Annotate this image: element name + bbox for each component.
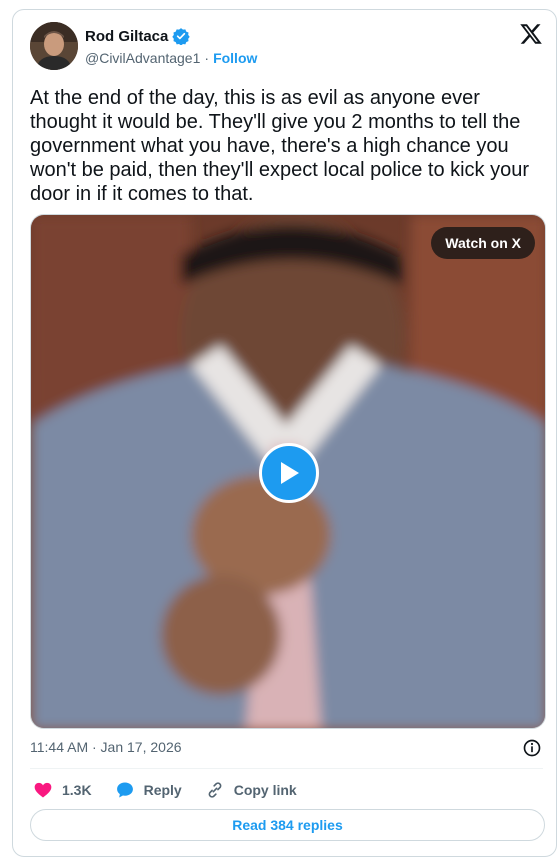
divider <box>30 768 543 769</box>
copy-link-label: Copy link <box>233 782 297 798</box>
avatar[interactable] <box>30 22 78 70</box>
reply-label: Reply <box>143 782 182 798</box>
avatar-image <box>30 22 78 70</box>
author-handle[interactable]: @CivilAdvantage1 <box>85 50 200 66</box>
heart-icon <box>34 782 52 798</box>
separator-dot: · <box>204 50 210 66</box>
verified-badge-icon <box>172 28 191 45</box>
author-name-row: Rod Giltaca <box>85 27 191 45</box>
tweet-card: Rod Giltaca @CivilAdvantage1 · Follow At… <box>12 9 557 857</box>
reply-bubble-icon <box>116 782 133 798</box>
author-name[interactable]: Rod Giltaca <box>85 28 168 45</box>
watch-on-x-button[interactable]: Watch on X <box>431 227 535 259</box>
copy-link-button[interactable]: Copy link <box>205 780 297 800</box>
author-handle-row: @CivilAdvantage1 · Follow <box>85 50 257 66</box>
tweet-text: At the end of the day, this is as evil a… <box>30 87 530 205</box>
info-icon[interactable] <box>522 738 542 758</box>
reply-button[interactable]: Reply <box>115 780 182 800</box>
action-bar: 1.3K Reply Copy link <box>33 778 320 802</box>
read-replies-button[interactable]: Read 384 replies <box>30 809 545 841</box>
link-icon <box>208 782 222 798</box>
tweet-timestamp[interactable]: 11:44 AM · Jan 17, 2026 <box>30 739 182 755</box>
like-button[interactable]: 1.3K <box>33 780 92 800</box>
x-logo-icon[interactable] <box>519 22 543 46</box>
play-button[interactable] <box>259 443 319 503</box>
play-icon <box>281 462 299 484</box>
follow-button[interactable]: Follow <box>213 50 257 66</box>
video-thumbnail[interactable]: Watch on X <box>30 214 546 729</box>
like-count: 1.3K <box>62 782 92 798</box>
